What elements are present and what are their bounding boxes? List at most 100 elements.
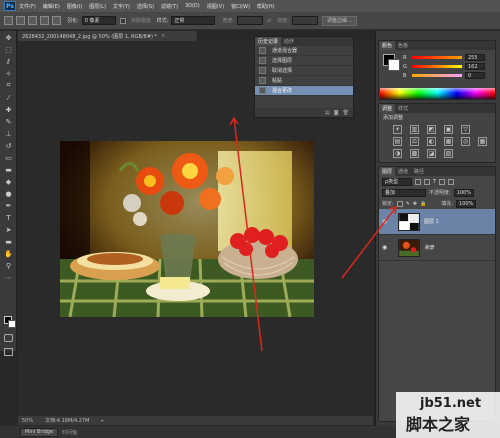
- refine-edge-button[interactable]: 调整边缘...: [321, 15, 357, 26]
- tab-color[interactable]: 颜色: [379, 41, 396, 50]
- visibility-eye-icon[interactable]: ◉: [382, 218, 390, 225]
- color-balance-icon[interactable]: ⚖: [410, 137, 419, 146]
- zoom-level[interactable]: 50%: [22, 418, 33, 424]
- selective-color-icon[interactable]: ▧: [444, 149, 453, 158]
- menu-3d[interactable]: 3D(D): [185, 3, 200, 9]
- zoom-tool-icon[interactable]: ⚲: [3, 261, 14, 270]
- crop-tool-icon[interactable]: ⌗: [3, 81, 14, 90]
- history-item[interactable]: 粘贴: [255, 76, 353, 86]
- menu-layer[interactable]: 图层(L): [89, 3, 106, 10]
- lasso-tool-icon[interactable]: ℓ: [3, 57, 14, 66]
- black-white-icon[interactable]: ◐: [427, 137, 436, 146]
- tab-styles[interactable]: 样式: [395, 104, 411, 113]
- menu-view[interactable]: 视图(V): [207, 3, 224, 10]
- new-document-icon[interactable]: ▤: [325, 110, 330, 116]
- layer-name[interactable]: 图层 1: [424, 218, 439, 225]
- move-tool-icon[interactable]: ✥: [3, 33, 14, 42]
- slider-track[interactable]: [412, 65, 462, 68]
- close-icon[interactable]: ×: [161, 33, 165, 39]
- slider-track[interactable]: [412, 74, 462, 77]
- color-slider-r[interactable]: R 255: [403, 53, 495, 62]
- layer-row[interactable]: ◉ 背景: [379, 235, 495, 261]
- add-selection-icon[interactable]: [28, 16, 37, 25]
- visibility-eye-icon[interactable]: ◉: [382, 244, 390, 251]
- gradient-tool-icon[interactable]: ▬: [3, 165, 14, 174]
- photo-filter-icon[interactable]: ▦: [444, 137, 453, 146]
- slider-track[interactable]: [412, 56, 462, 59]
- color-lookup-icon[interactable]: ▦: [478, 137, 487, 146]
- history-brush-icon[interactable]: ↺: [3, 141, 14, 150]
- hue-saturation-icon[interactable]: ▤: [393, 137, 402, 146]
- menu-select[interactable]: 选择(S): [137, 3, 154, 10]
- status-arrow-icon[interactable]: ▸: [101, 418, 104, 424]
- channel-mixer-icon[interactable]: ◎: [461, 137, 470, 146]
- history-item[interactable]: 选择图层: [255, 56, 353, 66]
- camera-icon[interactable]: ◙: [334, 110, 339, 116]
- antialias-checkbox[interactable]: [119, 17, 126, 24]
- dodge-tool-icon[interactable]: ●: [3, 189, 14, 198]
- extra-tool-icon[interactable]: ⋯: [3, 273, 14, 282]
- screen-mode-icon[interactable]: [4, 348, 13, 356]
- clone-stamp-icon[interactable]: ⊥: [3, 129, 14, 138]
- path-selection-icon[interactable]: ➤: [3, 225, 14, 234]
- eyedropper-icon[interactable]: ⁄: [3, 93, 14, 102]
- slider-value[interactable]: 162: [465, 63, 485, 70]
- marquee-tool-icon[interactable]: [4, 16, 13, 25]
- lock-position-icon[interactable]: ✥: [413, 201, 417, 207]
- threshold-icon[interactable]: ◪: [427, 149, 436, 158]
- filter-adjustment-icon[interactable]: [424, 178, 430, 185]
- eraser-tool-icon[interactable]: ▭: [3, 153, 14, 162]
- hand-tool-icon[interactable]: ✋: [3, 249, 14, 258]
- menu-filter[interactable]: 滤镜(T): [161, 3, 178, 10]
- layer-name[interactable]: 背景: [424, 244, 434, 251]
- menu-file[interactable]: 文件(F): [19, 3, 36, 10]
- tab-swatches[interactable]: 色板: [395, 41, 411, 50]
- lock-all-icon[interactable]: 🔒: [420, 201, 426, 207]
- fill-input[interactable]: 100%: [456, 199, 477, 208]
- slider-value[interactable]: 0: [465, 72, 485, 79]
- menu-edit[interactable]: 编辑(E): [43, 3, 60, 10]
- height-input[interactable]: [291, 16, 318, 25]
- lock-transparent-icon[interactable]: [396, 200, 403, 207]
- filter-type-icon[interactable]: T: [433, 179, 436, 185]
- invert-icon[interactable]: ◑: [393, 149, 402, 158]
- document-image[interactable]: [60, 141, 314, 317]
- tab-adjustments[interactable]: 调整: [379, 104, 396, 113]
- brush-tool-icon[interactable]: ✎: [3, 117, 14, 126]
- magic-wand-icon[interactable]: ✧: [3, 69, 14, 78]
- brightness-icon[interactable]: ☀: [393, 125, 402, 134]
- tab-paths[interactable]: 路径: [411, 167, 427, 176]
- history-item[interactable]: 取消选择: [255, 66, 353, 76]
- new-selection-icon[interactable]: [16, 16, 25, 25]
- style-select[interactable]: 正常: [171, 16, 216, 25]
- width-input[interactable]: [237, 16, 264, 25]
- blend-mode-select[interactable]: 叠加: [382, 188, 426, 197]
- tab-actions[interactable]: 动作: [281, 37, 297, 46]
- background-color-chip[interactable]: [388, 59, 400, 71]
- posterize-icon[interactable]: ▩: [410, 149, 419, 158]
- history-item[interactable]: 通道混合器: [255, 46, 353, 56]
- blur-tool-icon[interactable]: ◆: [3, 177, 14, 186]
- curves-icon[interactable]: ◩: [427, 125, 436, 134]
- tab-layers[interactable]: 图层: [379, 167, 396, 176]
- feather-input[interactable]: 0 像素: [81, 16, 116, 25]
- timeline-tab[interactable]: 时间轴: [62, 429, 77, 436]
- tab-channels[interactable]: 通道: [395, 167, 411, 176]
- menu-type[interactable]: 文字(Y): [113, 3, 130, 10]
- intersect-selection-icon[interactable]: [52, 16, 61, 25]
- swap-icon[interactable]: ⇄: [267, 18, 271, 24]
- shape-tool-icon[interactable]: ▬: [3, 237, 14, 246]
- document-tab[interactable]: 2626432_200148048_2.jpg @ 50% (图层 1, RGB…: [18, 31, 198, 41]
- color-slider-b[interactable]: B 0: [403, 71, 495, 80]
- filter-shape-icon[interactable]: [439, 178, 446, 185]
- mini-bridge-tab[interactable]: Mini Bridge: [20, 427, 59, 437]
- slider-value[interactable]: 255: [465, 54, 485, 61]
- vibrance-icon[interactable]: ▽: [461, 125, 470, 134]
- layer-kind-select[interactable]: ρ类型: [382, 177, 412, 186]
- tab-history[interactable]: 历史记录: [255, 37, 282, 46]
- menu-image[interactable]: 图像(I): [67, 3, 82, 10]
- type-tool-icon[interactable]: T: [3, 213, 14, 222]
- color-slider-g[interactable]: G 162: [403, 62, 495, 71]
- filter-smart-icon[interactable]: [448, 178, 455, 185]
- pen-tool-icon[interactable]: ✒: [3, 201, 14, 210]
